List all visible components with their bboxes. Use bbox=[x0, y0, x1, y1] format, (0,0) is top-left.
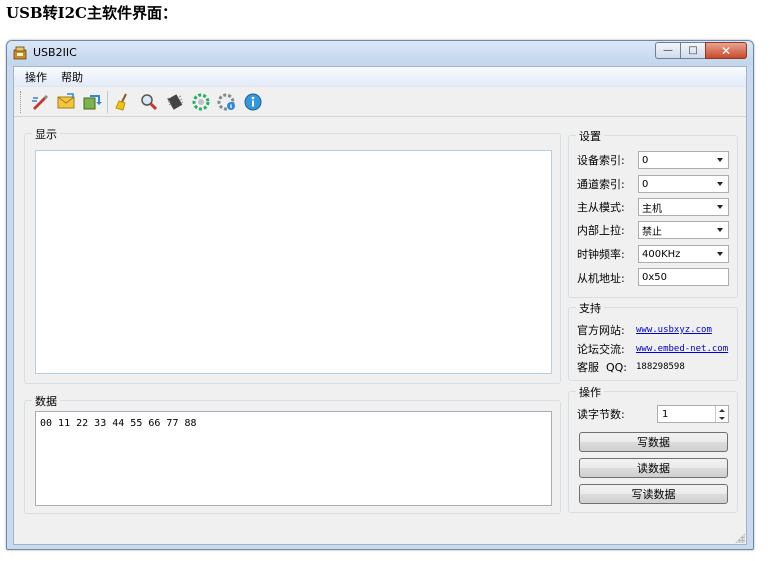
broom-icon[interactable] bbox=[110, 89, 136, 115]
display-group-title: 显示 bbox=[32, 126, 60, 142]
display-textarea[interactable] bbox=[35, 150, 552, 374]
title-bar[interactable]: USB2IIC — □ ✕ bbox=[7, 41, 753, 65]
website-label: 官方网站: bbox=[577, 324, 625, 337]
chevron-down-icon bbox=[712, 246, 728, 262]
mode-row: 主从模式: bbox=[577, 198, 639, 216]
mail-icon[interactable] bbox=[53, 89, 79, 115]
mode-label: 主从模式: bbox=[577, 201, 625, 214]
transfer-icon[interactable] bbox=[79, 89, 105, 115]
read-bytes-row: 读字节数: bbox=[577, 405, 639, 423]
settings-group-title: 设置 bbox=[576, 128, 604, 144]
read-bytes-value: 1 bbox=[662, 408, 669, 420]
channel-index-label: 通道索引: bbox=[577, 178, 625, 191]
forum-row: 论坛交流: www.embed-net.com bbox=[577, 341, 728, 357]
qq-row: 客服 QQ: 188298598 bbox=[577, 359, 685, 375]
operation-group-title: 操作 bbox=[576, 384, 604, 400]
website-row: 官方网站: www.usbxyz.com bbox=[577, 322, 712, 338]
spin-buttons bbox=[715, 406, 728, 422]
close-button[interactable]: ✕ bbox=[705, 42, 747, 59]
spin-up-icon[interactable] bbox=[716, 406, 728, 414]
device-index-value: 0 bbox=[642, 154, 649, 166]
data-textarea[interactable]: 00 11 22 33 44 55 66 77 88 bbox=[35, 411, 552, 506]
menu-bar: 操作 帮助 bbox=[14, 67, 746, 87]
qq-label: 客服 QQ: bbox=[577, 361, 628, 374]
slave-addr-input[interactable]: 0x50 bbox=[638, 268, 729, 286]
qq-value: 188298598 bbox=[636, 362, 685, 372]
display-group: 显示 bbox=[24, 126, 561, 384]
device-index-row: 设备索引: bbox=[577, 151, 639, 169]
slave-addr-value: 0x50 bbox=[642, 271, 668, 283]
toolbar bbox=[14, 87, 746, 117]
forum-link[interactable]: www.embed-net.com bbox=[636, 344, 728, 354]
clock-label: 时钟频率: bbox=[577, 248, 625, 261]
mode-value: 主机 bbox=[642, 203, 662, 215]
chip-icon[interactable] bbox=[162, 89, 188, 115]
read-bytes-spinner[interactable]: 1 bbox=[657, 405, 729, 423]
minimize-button[interactable]: — bbox=[655, 42, 681, 59]
chevron-down-icon bbox=[712, 176, 728, 192]
pullup-label: 内部上拉: bbox=[577, 224, 625, 237]
document-heading: USB转I2C主软件界面： bbox=[6, 4, 177, 22]
chevron-down-icon bbox=[712, 152, 728, 168]
toolbar-grip[interactable] bbox=[20, 90, 23, 113]
write-data-button[interactable]: 写数据 bbox=[579, 432, 728, 452]
window-controls: — □ ✕ bbox=[655, 42, 747, 59]
channel-index-select[interactable]: 0 bbox=[638, 175, 729, 193]
refresh-gear-icon[interactable] bbox=[188, 89, 214, 115]
support-group-title: 支持 bbox=[576, 300, 604, 316]
mode-select[interactable]: 主机 bbox=[638, 198, 729, 216]
device-index-label: 设备索引: bbox=[577, 154, 625, 167]
write-icon[interactable] bbox=[27, 89, 53, 115]
support-group: 支持 官方网站: www.usbxyz.com 论坛交流: www.embed-… bbox=[568, 300, 738, 381]
slave-addr-label: 从机地址: bbox=[577, 272, 625, 285]
resize-grip[interactable] bbox=[735, 533, 745, 543]
window-title: USB2IIC bbox=[33, 46, 77, 59]
clock-value: 400KHz bbox=[642, 248, 681, 260]
slave-addr-row: 从机地址: bbox=[577, 269, 639, 287]
search-icon[interactable] bbox=[136, 89, 162, 115]
operation-group: 操作 读字节数: 1 写数据 读数据 写读数据 bbox=[568, 384, 738, 513]
pullup-select[interactable]: 禁止 bbox=[638, 221, 729, 239]
spin-down-icon[interactable] bbox=[716, 414, 728, 422]
menu-help[interactable]: 帮助 bbox=[54, 69, 90, 85]
maximize-button[interactable]: □ bbox=[680, 42, 706, 59]
info-icon[interactable] bbox=[240, 89, 266, 115]
pullup-row: 内部上拉: bbox=[577, 221, 639, 239]
toolbar-separator bbox=[107, 90, 108, 113]
app-icon bbox=[13, 46, 27, 60]
clock-row: 时钟频率: bbox=[577, 245, 639, 263]
data-group-title: 数据 bbox=[32, 393, 60, 409]
write-read-data-button[interactable]: 写读数据 bbox=[579, 484, 728, 504]
channel-index-row: 通道索引: bbox=[577, 175, 639, 193]
forum-label: 论坛交流: bbox=[577, 343, 625, 356]
read-bytes-label: 读字节数: bbox=[577, 408, 625, 421]
data-group: 数据 00 11 22 33 44 55 66 77 88 bbox=[24, 393, 561, 514]
website-link[interactable]: www.usbxyz.com bbox=[636, 325, 712, 335]
settings-icon[interactable] bbox=[214, 89, 240, 115]
pullup-value: 禁止 bbox=[642, 226, 662, 238]
chevron-down-icon bbox=[712, 199, 728, 215]
chevron-down-icon bbox=[712, 222, 728, 238]
menu-operation[interactable]: 操作 bbox=[18, 69, 54, 85]
app-window: USB2IIC — □ ✕ 操作 帮助 显示 数据 00 11 22 33 44… bbox=[6, 40, 754, 550]
channel-index-value: 0 bbox=[642, 178, 649, 190]
device-index-select[interactable]: 0 bbox=[638, 151, 729, 169]
client-area: 操作 帮助 显示 数据 00 11 22 33 44 55 66 77 88 设… bbox=[13, 66, 747, 545]
settings-group: 设置 设备索引: 0 通道索引: 0 主从模式: 主机 内部上拉: 禁止 时钟频… bbox=[568, 128, 738, 298]
clock-select[interactable]: 400KHz bbox=[638, 245, 729, 263]
read-data-button[interactable]: 读数据 bbox=[579, 458, 728, 478]
